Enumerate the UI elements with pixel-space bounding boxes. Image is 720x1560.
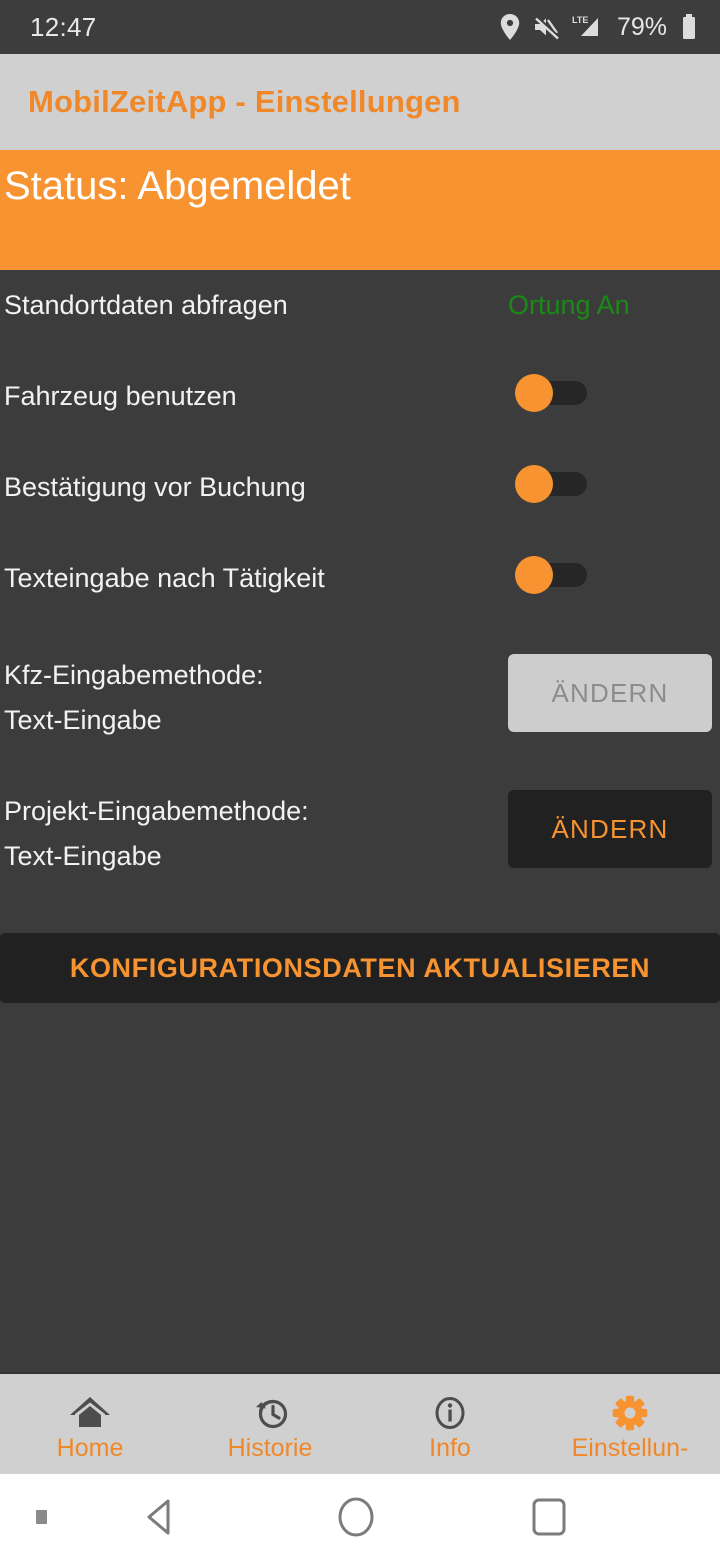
settings-row-vehicle[interactable]: Fahrzeug benutzen	[0, 360, 720, 451]
settings-row-label: Fahrzeug benutzen	[4, 381, 237, 411]
nav-item-label: Home	[56, 1433, 124, 1462]
toggle-thumb	[515, 556, 553, 594]
nav-item-label: Einstellun-	[571, 1433, 689, 1462]
home-icon	[68, 1392, 112, 1434]
info-icon	[428, 1392, 472, 1434]
phone-screen: 12:47 LTE 79% MobilZeitApp - Einstellung…	[0, 0, 720, 1560]
history-icon	[248, 1392, 292, 1434]
projekt-input-method-value: Text-Eingabe	[4, 841, 162, 871]
settings-block-kfz-input-method: Kfz-Eingabemethode: Text-Eingabe ÄNDERN	[0, 648, 720, 784]
status-clock: 12:47	[30, 11, 97, 42]
kfz-change-button[interactable]: ÄNDERN	[508, 654, 712, 732]
app-title-bar: MobilZeitApp - Einstellungen	[0, 54, 720, 150]
kfz-input-method-value: Text-Eingabe	[4, 705, 162, 735]
toggle-thumb	[515, 465, 553, 503]
nav-item-home[interactable]: Home	[0, 1374, 180, 1474]
back-button[interactable]	[140, 1496, 180, 1538]
settings-row-location[interactable]: Standortdaten abfragen Ortung An	[0, 270, 720, 360]
settings-block-projekt-input-method: Projekt-Eingabemethode: Text-Eingabe ÄND…	[0, 784, 720, 920]
projekt-change-button[interactable]: ÄNDERN	[508, 790, 712, 868]
nav-hint-dot	[36, 1510, 47, 1524]
status-banner: Status: Abgemeldet	[0, 150, 720, 270]
text-after-activity-toggle[interactable]	[515, 556, 587, 594]
toggle-thumb	[515, 374, 553, 412]
nav-item-info[interactable]: Info	[360, 1374, 540, 1474]
mute-icon	[532, 14, 560, 40]
settings-row-confirm-booking[interactable]: Bestätigung vor Buchung	[0, 451, 720, 542]
home-button[interactable]	[333, 1494, 379, 1540]
vehicle-toggle[interactable]	[515, 374, 587, 412]
projekt-input-method-label: Projekt-Eingabemethode:	[4, 796, 309, 826]
location-pin-icon	[499, 13, 521, 41]
update-configuration-button[interactable]: KONFIGURATIONSDATEN AKTUALISIEREN	[0, 933, 720, 1003]
gear-icon	[608, 1392, 652, 1434]
svg-text:LTE: LTE	[572, 15, 588, 25]
settings-content: Standortdaten abfragen Ortung An Fahrzeu…	[0, 270, 720, 1372]
android-system-nav	[0, 1474, 720, 1560]
page-title: MobilZeitApp - Einstellungen	[28, 84, 461, 119]
nav-item-einstellungen[interactable]: Einstellun-	[540, 1374, 720, 1474]
nav-item-label: Info	[429, 1433, 471, 1462]
settings-row-label: Standortdaten abfragen	[4, 290, 288, 320]
confirm-booking-toggle[interactable]	[515, 465, 587, 503]
settings-row-label: Texteingabe nach Tätigkeit	[4, 563, 325, 593]
system-status-bar: 12:47 LTE 79%	[0, 0, 720, 54]
bottom-navigation-bar: Home Historie Info Einstellun-	[0, 1372, 720, 1474]
status-badge: Status: Abgemeldet	[4, 164, 351, 208]
status-icon-group: LTE 79%	[499, 13, 698, 42]
nav-item-historie[interactable]: Historie	[180, 1374, 360, 1474]
battery-percent-label: 79%	[616, 12, 667, 41]
recents-button[interactable]	[527, 1495, 571, 1539]
kfz-input-method-label: Kfz-Eingabemethode:	[4, 660, 264, 690]
lte-signal-icon: LTE	[571, 13, 605, 41]
battery-icon	[680, 13, 698, 41]
location-status-value: Ortung An	[508, 290, 630, 320]
settings-row-text-after-activity[interactable]: Texteingabe nach Tätigkeit	[0, 542, 720, 633]
settings-row-label: Bestätigung vor Buchung	[4, 472, 306, 502]
nav-item-label: Historie	[227, 1433, 313, 1462]
